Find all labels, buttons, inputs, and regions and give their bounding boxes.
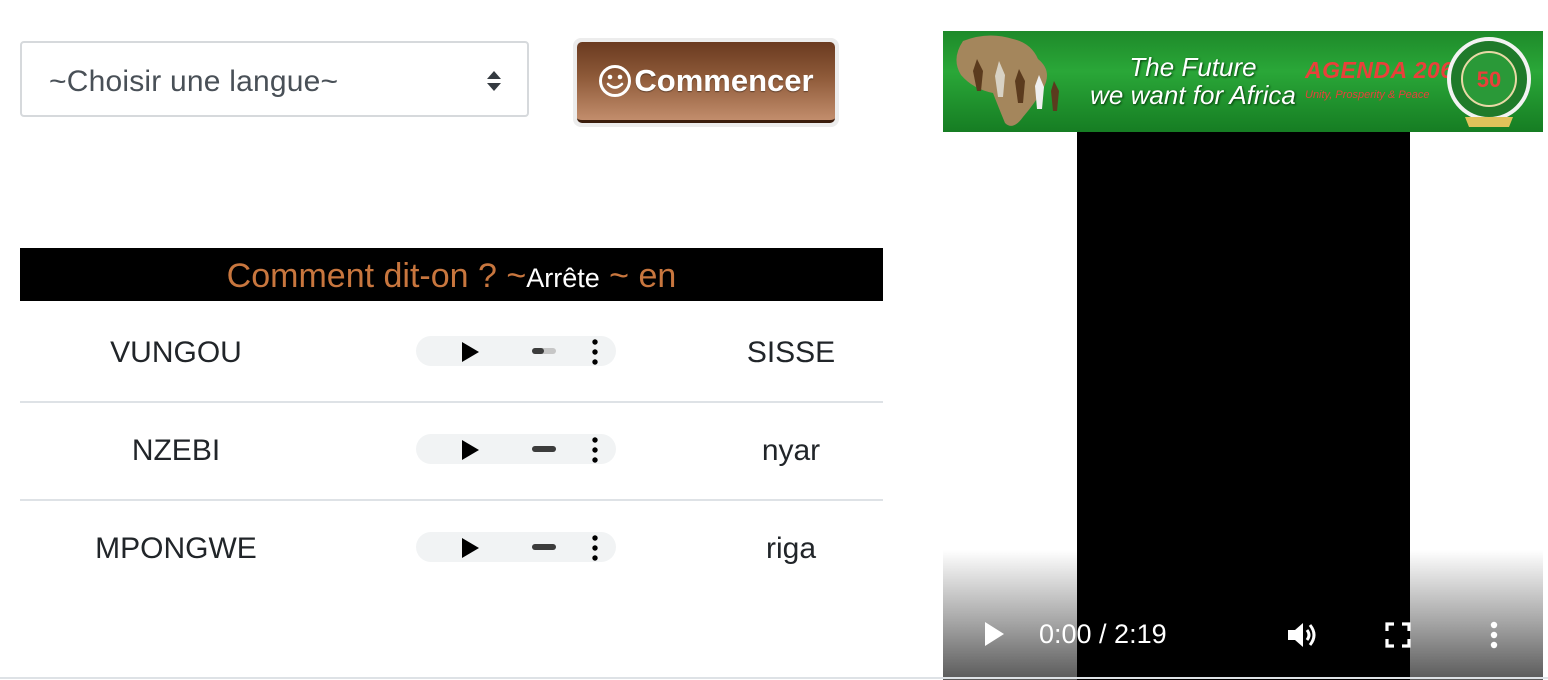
audio-player[interactable]: [416, 532, 616, 562]
row-language: MPONGWE: [95, 532, 257, 565]
volume-fill: [532, 544, 556, 550]
video-controls-gradient: [943, 550, 1543, 680]
row-language: NZEBI: [131, 434, 221, 467]
audio-player[interactable]: [416, 336, 616, 366]
more-options-icon[interactable]: [592, 339, 598, 365]
seal-number: 50: [1477, 67, 1501, 92]
volume-slider[interactable]: [532, 544, 556, 550]
table-row: MPONGWE riga: [20, 499, 883, 597]
language-select[interactable]: ~Choisir une langue~: [20, 41, 529, 117]
row-translation: nyar: [761, 434, 821, 467]
more-options-icon[interactable]: [592, 535, 598, 561]
volume-fill: [532, 348, 544, 354]
tagline-line-1: The Future: [1129, 52, 1257, 82]
question-header: Comment dit-on ? ~Arrête ~ en: [20, 248, 883, 301]
smiley-icon: [599, 65, 632, 97]
row-translation: SISSE: [746, 336, 836, 369]
language-select-value: ~Choisir une langue~: [49, 65, 339, 98]
video-time: 0:00 / 2:19: [1039, 619, 1167, 649]
play-icon[interactable]: [459, 537, 481, 559]
play-icon[interactable]: [459, 439, 481, 461]
agenda-subline: Unity, Prosperity & Peace: [1305, 89, 1430, 101]
table-row: VUNGOU SISSE: [20, 303, 883, 403]
row-translation: riga: [765, 532, 817, 565]
banner-tagline: The Future we want for Africa: [1083, 53, 1303, 109]
volume-fill: [532, 446, 556, 452]
question-prefix: Comment dit-on ? ~: [226, 257, 527, 295]
start-button[interactable]: Commencer: [573, 38, 839, 127]
play-icon[interactable]: [459, 341, 481, 363]
volume-slider[interactable]: [532, 446, 556, 452]
fullscreen-icon[interactable]: [1385, 622, 1411, 648]
question-word: Arrête: [526, 263, 600, 293]
agenda-2063-banner[interactable]: The Future we want for Africa AGENDA 206…: [943, 31, 1543, 132]
table-row: NZEBI nyar: [20, 401, 883, 501]
tagline-line-2: we want for Africa: [1090, 80, 1296, 110]
question-suffix: ~ en: [599, 257, 677, 295]
start-button-label: Commencer: [634, 63, 814, 98]
africa-map-image: [956, 35, 1059, 126]
row-language: VUNGOU: [110, 336, 242, 369]
volume-slider[interactable]: [532, 348, 556, 354]
anniversary-seal-icon: 50: [1447, 37, 1531, 127]
audio-player[interactable]: [416, 434, 616, 464]
video-player[interactable]: 0:00 / 2:19: [943, 132, 1543, 680]
video-more-options-icon[interactable]: [1490, 621, 1498, 649]
select-arrows-icon: [487, 71, 501, 91]
bottom-divider: [0, 677, 1548, 679]
more-options-icon[interactable]: [592, 437, 598, 463]
video-play-icon[interactable]: [983, 621, 1005, 647]
volume-icon[interactable]: [1286, 620, 1320, 650]
